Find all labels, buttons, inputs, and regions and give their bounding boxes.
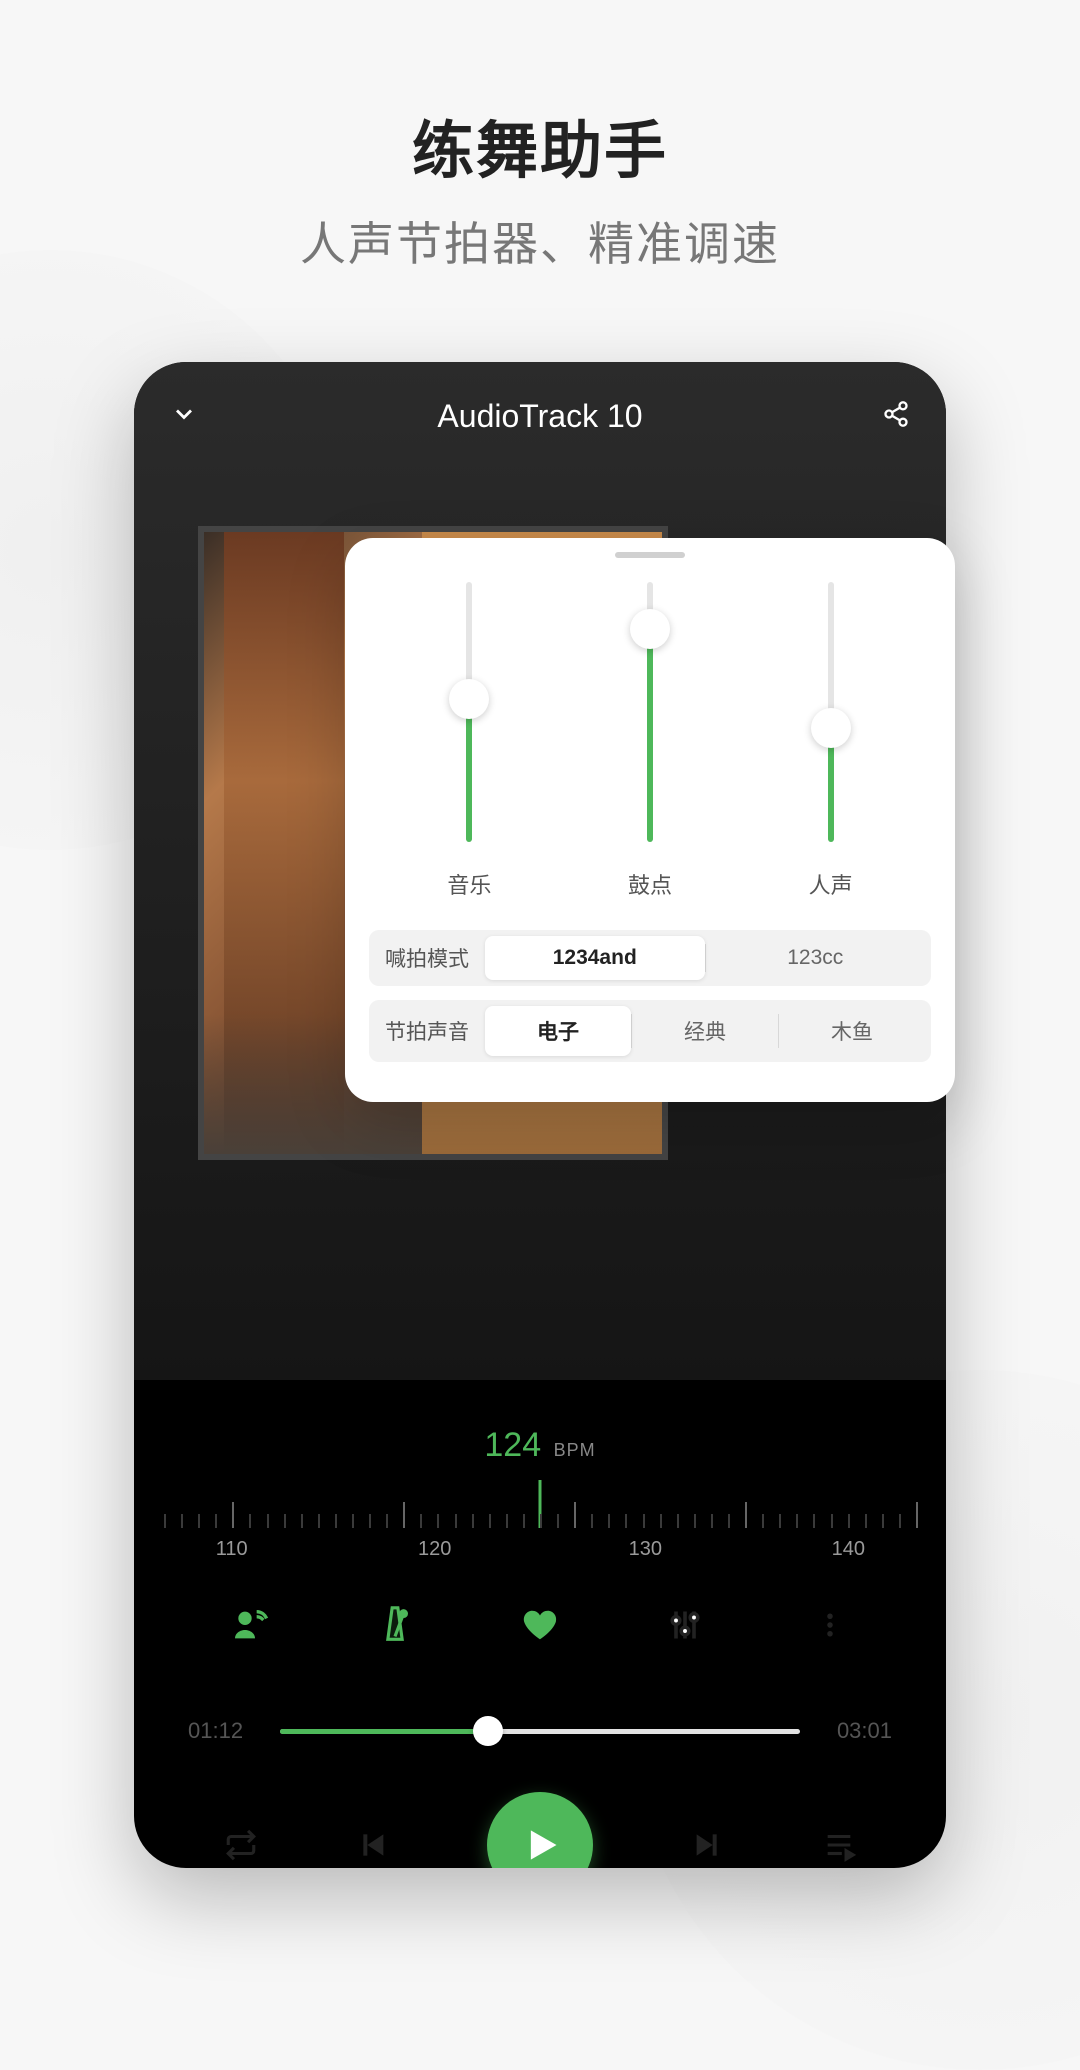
page-heading: 练舞助手 人声节拍器、精准调速	[0, 0, 1080, 274]
segment-option[interactable]: 木鱼	[779, 1006, 925, 1056]
bpm-value: 124	[484, 1426, 541, 1465]
more-button[interactable]	[807, 1602, 853, 1648]
progress-thumb[interactable]	[473, 1716, 503, 1746]
mix-slider[interactable]: 音乐	[404, 574, 534, 900]
time-total: 03:01	[818, 1718, 892, 1744]
progress-track[interactable]	[280, 1729, 800, 1734]
transport-controls	[134, 1792, 946, 1868]
bpm-ruler[interactable]: 110 120 130 140	[134, 1484, 946, 1574]
ruler-tick-label: 110	[216, 1538, 248, 1561]
metronome-button[interactable]	[372, 1602, 418, 1648]
share-button[interactable]	[870, 400, 910, 433]
slider-label: 鼓点	[628, 868, 672, 900]
option-row: 喊拍模式1234and123cc	[369, 930, 931, 986]
voice-count-button[interactable]	[227, 1602, 273, 1648]
drag-handle[interactable]	[615, 552, 685, 558]
playlist-button[interactable]	[819, 1825, 859, 1865]
segment-option[interactable]: 经典	[632, 1006, 778, 1056]
segment-option[interactable]: 123cc	[706, 936, 926, 980]
bpm-display: 124 BPM	[134, 1426, 946, 1465]
slider-label: 音乐	[447, 868, 491, 900]
ruler-tick-label: 130	[629, 1538, 662, 1561]
track-title: AudioTrack 10	[210, 398, 870, 435]
equalizer-button[interactable]	[662, 1602, 708, 1648]
previous-button[interactable]	[354, 1825, 394, 1865]
mix-slider[interactable]: 人声	[766, 574, 896, 900]
segment-option[interactable]: 电子	[485, 1006, 631, 1056]
page-title: 练舞助手	[0, 100, 1080, 190]
page-subtitle: 人声节拍器、精准调速	[0, 208, 1080, 274]
player-header: AudioTrack 10	[134, 388, 946, 444]
collapse-button[interactable]	[170, 400, 210, 433]
option-row: 节拍声音电子经典木鱼	[369, 1000, 931, 1062]
time-elapsed: 01:12	[188, 1718, 262, 1744]
segment-option[interactable]: 1234and	[485, 936, 705, 980]
metronome-settings-popup: 音乐 鼓点 人声 喊拍模式1234and123cc 节拍声音电子经典木鱼	[345, 538, 955, 1102]
bpm-unit: BPM	[554, 1440, 596, 1460]
play-button[interactable]	[487, 1792, 593, 1868]
segmented-control: 电子经典木鱼	[485, 1006, 925, 1056]
segmented-control: 1234and123cc	[485, 936, 925, 980]
row-label: 喊拍模式	[375, 943, 485, 973]
option-rows: 喊拍模式1234and123cc 节拍声音电子经典木鱼	[369, 930, 931, 1062]
progress-bar[interactable]: 01:12 03:01	[188, 1718, 892, 1744]
feature-toolbar	[134, 1602, 946, 1648]
ruler-tick-label: 140	[832, 1538, 865, 1561]
ruler-tick-label: 120	[418, 1538, 451, 1561]
slider-label: 人声	[809, 868, 853, 900]
row-label: 节拍声音	[375, 1016, 485, 1046]
mix-sliders: 音乐 鼓点 人声	[345, 564, 955, 900]
next-button[interactable]	[686, 1825, 726, 1865]
favorite-button[interactable]	[517, 1602, 563, 1648]
mix-slider[interactable]: 鼓点	[585, 574, 715, 900]
repeat-button[interactable]	[221, 1825, 261, 1865]
progress-fill	[280, 1729, 488, 1734]
